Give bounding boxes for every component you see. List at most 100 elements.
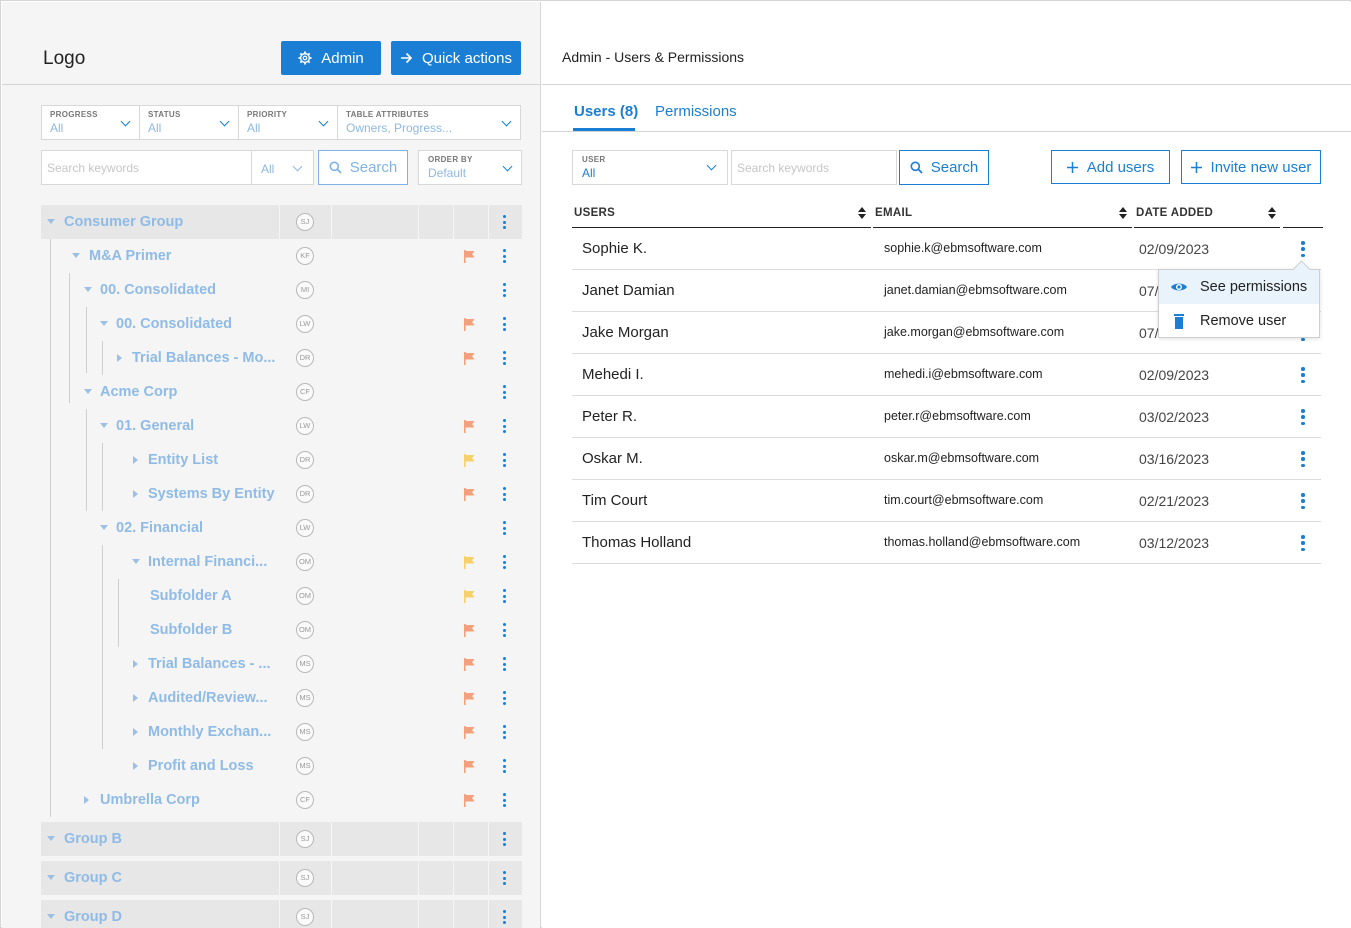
user-search-input[interactable]: Search keywords (731, 150, 897, 185)
chevron-right-icon[interactable] (133, 490, 138, 498)
chevron-down-icon[interactable] (72, 253, 80, 258)
tree-row[interactable]: Group C SJ (41, 861, 522, 895)
chevron-right-icon[interactable] (133, 456, 138, 464)
more-vertical-icon[interactable] (502, 521, 506, 535)
more-vertical-icon[interactable] (1301, 367, 1305, 383)
more-vertical-icon[interactable] (502, 691, 506, 705)
flag-icon[interactable] (463, 318, 475, 331)
tree-row[interactable]: Consumer Group SJ (41, 205, 522, 239)
chevron-down-icon[interactable] (100, 321, 108, 326)
tree-row[interactable]: Trial Balances - ... MS (41, 647, 522, 681)
column-header-date-added[interactable]: DATE ADDED (1136, 207, 1213, 219)
flag-icon[interactable] (463, 250, 475, 263)
user-filter-select[interactable]: USER All (572, 150, 728, 185)
order-by-select[interactable]: ORDER BY Default (418, 150, 522, 185)
more-vertical-icon[interactable] (502, 215, 506, 229)
flag-icon[interactable] (463, 794, 475, 807)
more-vertical-icon[interactable] (502, 589, 506, 603)
flag-icon[interactable] (463, 352, 475, 365)
tree-row[interactable]: Subfolder A OM (41, 579, 522, 613)
admin-button[interactable]: Admin (281, 41, 381, 75)
flag-icon[interactable] (463, 590, 475, 603)
more-vertical-icon[interactable] (502, 759, 506, 773)
chevron-down-icon[interactable] (100, 525, 108, 530)
flag-icon[interactable] (463, 556, 475, 569)
tree-row[interactable]: Acme Corp CF (41, 375, 522, 409)
tree-row[interactable]: 00. Consolidated MI (41, 273, 522, 307)
more-vertical-icon[interactable] (502, 910, 506, 924)
tree-row[interactable]: Audited/Review... MS (41, 681, 522, 715)
chevron-right-icon[interactable] (84, 796, 89, 804)
chevron-down-icon[interactable] (47, 914, 55, 919)
more-vertical-icon[interactable] (502, 249, 506, 263)
more-vertical-icon[interactable] (502, 317, 506, 331)
more-vertical-icon[interactable] (502, 832, 506, 846)
flag-icon[interactable] (463, 624, 475, 637)
chevron-down-icon[interactable] (132, 559, 140, 564)
tree-row[interactable]: M&A Primer KF (41, 239, 522, 273)
tree-row[interactable]: Entity List DR (41, 443, 522, 477)
tree-search-scope[interactable]: All (252, 150, 314, 185)
invite-new-user-button[interactable]: Invite new user (1181, 150, 1321, 184)
remove-user-menu-item[interactable]: Remove user (1159, 304, 1319, 338)
progress-filter[interactable]: PROGRESS All (42, 106, 140, 139)
flag-icon[interactable] (463, 760, 475, 773)
flag-icon[interactable] (463, 454, 475, 467)
tree-row[interactable]: Group B SJ (41, 822, 522, 856)
tree-search-button[interactable]: Search (318, 150, 408, 185)
sort-icon[interactable] (1119, 207, 1127, 219)
tree-row[interactable]: Trial Balances - Mo... DR (41, 341, 522, 375)
flag-icon[interactable] (463, 488, 475, 501)
more-vertical-icon[interactable] (502, 419, 506, 433)
flag-icon[interactable] (463, 726, 475, 739)
more-vertical-icon[interactable] (1301, 493, 1305, 509)
tree-row[interactable]: 01. General LW (41, 409, 522, 443)
chevron-down-icon[interactable] (47, 836, 55, 841)
more-vertical-icon[interactable] (502, 283, 506, 297)
tab-users[interactable]: Users (8) (574, 103, 638, 120)
more-vertical-icon[interactable] (502, 453, 506, 467)
chevron-right-icon[interactable] (117, 354, 122, 362)
flag-icon[interactable] (463, 692, 475, 705)
priority-filter[interactable]: PRIORITY All (239, 106, 338, 139)
more-vertical-icon[interactable] (1301, 409, 1305, 425)
see-permissions-menu-item[interactable]: See permissions (1159, 270, 1319, 304)
column-header-users[interactable]: USERS (574, 207, 615, 219)
more-vertical-icon[interactable] (1301, 535, 1305, 551)
more-vertical-icon[interactable] (502, 793, 506, 807)
status-filter[interactable]: STATUS All (140, 106, 239, 139)
tree-row[interactable]: Umbrella Corp CF (41, 783, 522, 817)
tree-row[interactable]: Profit and Loss MS (41, 749, 522, 783)
more-vertical-icon[interactable] (1301, 241, 1305, 257)
sort-icon[interactable] (858, 207, 866, 219)
tree-row[interactable]: Group D SJ (41, 900, 522, 928)
chevron-down-icon[interactable] (84, 389, 92, 394)
more-vertical-icon[interactable] (502, 657, 506, 671)
tab-permissions[interactable]: Permissions (655, 103, 737, 120)
tree-row[interactable]: 02. Financial LW (41, 511, 522, 545)
chevron-down-icon[interactable] (47, 875, 55, 880)
more-vertical-icon[interactable] (1301, 451, 1305, 467)
chevron-right-icon[interactable] (133, 728, 138, 736)
sort-icon[interactable] (1268, 207, 1276, 219)
tree-row[interactable]: Systems By Entity DR (41, 477, 522, 511)
flag-icon[interactable] (463, 658, 475, 671)
more-vertical-icon[interactable] (502, 487, 506, 501)
user-search-button[interactable]: Search (899, 150, 989, 185)
more-vertical-icon[interactable] (502, 385, 506, 399)
tree-search-input[interactable]: Search keywords (41, 150, 252, 185)
add-users-button[interactable]: Add users (1051, 150, 1170, 184)
more-vertical-icon[interactable] (502, 871, 506, 885)
more-vertical-icon[interactable] (502, 725, 506, 739)
more-vertical-icon[interactable] (502, 623, 506, 637)
more-vertical-icon[interactable] (502, 351, 506, 365)
quick-actions-button[interactable]: Quick actions (391, 41, 521, 75)
chevron-down-icon[interactable] (47, 219, 55, 224)
tree-row[interactable]: Monthly Exchan... MS (41, 715, 522, 749)
more-vertical-icon[interactable] (502, 555, 506, 569)
chevron-right-icon[interactable] (133, 694, 138, 702)
chevron-right-icon[interactable] (133, 660, 138, 668)
tree-row[interactable]: Internal Financi... OM (41, 545, 522, 579)
flag-icon[interactable] (463, 420, 475, 433)
tree-row[interactable]: Subfolder B OM (41, 613, 522, 647)
